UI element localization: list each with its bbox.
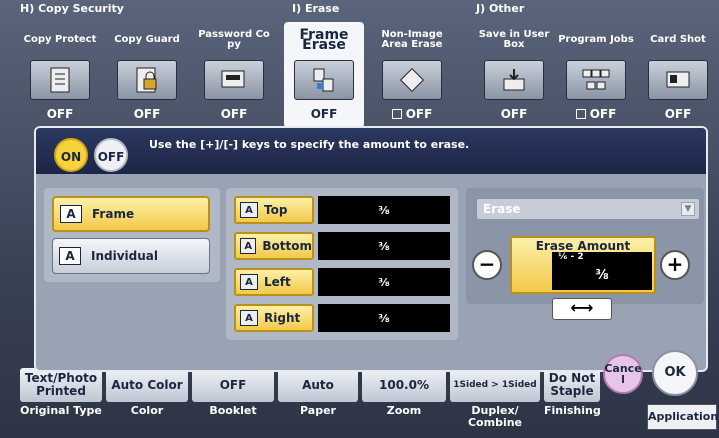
individual-mode-button[interactable]: A Individual [52, 238, 210, 274]
erase-amount-box: ⅙ - 2 ⅜ [552, 252, 652, 290]
func-label: Copy Protect [23, 34, 97, 45]
right-edge-icon: A [240, 310, 258, 326]
func-label: Password Co py [198, 29, 270, 50]
zoom-label: Zoom [386, 404, 422, 417]
bottom-edge-button[interactable]: A Bottom [234, 232, 314, 260]
group-title-other: J) Other [476, 2, 525, 15]
top-edge-value: ⅜ [318, 196, 450, 224]
func-state: OFF [664, 107, 692, 121]
finishing-button[interactable]: Do Not Staple [544, 368, 600, 402]
func-label: Save in User Box [478, 29, 550, 50]
left-edge-label: Left [264, 275, 291, 289]
frame-erase-icon [294, 60, 354, 100]
right-edge-button[interactable]: A Right [234, 304, 314, 332]
non-image-erase-button[interactable]: Non-Image Area Erase OFF [372, 22, 452, 128]
card-shot-icon [648, 60, 708, 100]
off-button[interactable]: OFF [94, 138, 128, 172]
instruction-text: Use the [+]/[-] keys to specify the amou… [149, 138, 470, 151]
top-edge-icon: A [240, 202, 258, 218]
password-copy-icon [204, 60, 264, 100]
top-edge-label: Top [264, 203, 288, 217]
func-state-text: OFF [405, 107, 433, 121]
duplex-button[interactable]: 1Sided > 1Sided [450, 368, 540, 402]
frame-mode-button[interactable]: A Frame [52, 196, 210, 232]
zoom-button[interactable]: 100.0% [362, 368, 446, 402]
bottom-edge-icon: A [240, 238, 257, 254]
func-state: OFF [310, 107, 338, 121]
color-label: Color [130, 404, 164, 417]
group-title-copy-security: H) Copy Security [20, 2, 124, 15]
copy-protect-icon [30, 60, 90, 100]
checkbox-icon [575, 109, 586, 119]
erase-select-value: Erase [483, 202, 521, 216]
dropdown-arrow-icon: ▼ [681, 202, 695, 216]
erase-select[interactable]: Erase ▼ [476, 198, 700, 220]
right-edge-label: Right [264, 311, 301, 325]
non-image-erase-icon [382, 60, 442, 100]
frame-icon: A [60, 205, 82, 223]
frame-erase-dialog: ON OFF Use the [+]/[-] keys to specify t… [34, 126, 708, 372]
frame-mode-label: Frame [92, 207, 135, 221]
func-label: Non-Image Area Erase [381, 29, 443, 50]
dialog-header: ON OFF Use the [+]/[-] keys to specify t… [36, 128, 706, 174]
duplex-label: Duplex/ Combine [467, 404, 523, 429]
copy-guard-button[interactable]: Copy Guard OFF [107, 22, 187, 128]
unit-toggle-button[interactable]: ⟷ [552, 298, 612, 320]
finishing-label: Finishing [544, 404, 601, 417]
original-type-label: Original Type [20, 404, 102, 417]
func-label: Copy Guard [114, 34, 180, 45]
password-copy-button[interactable]: Password Co py OFF [194, 22, 274, 128]
frame-erase-button[interactable]: Frame Erase OFF [284, 22, 364, 128]
func-label: Program Jobs [558, 34, 634, 45]
program-jobs-button[interactable]: Program Jobs OFF [556, 22, 636, 128]
func-state-text: OFF [589, 107, 617, 121]
paper-label: Paper [300, 404, 336, 417]
application-button[interactable]: Application [647, 404, 718, 430]
func-label: Card Shot [650, 34, 706, 45]
ok-button[interactable]: OK [652, 350, 698, 396]
copy-protect-button[interactable]: Copy Protect OFF [20, 22, 100, 128]
bottom-edge-value: ⅜ [318, 232, 450, 260]
individual-mode-label: Individual [91, 249, 158, 263]
left-edge-button[interactable]: A Left [234, 268, 314, 296]
booklet-label: Booklet [209, 404, 257, 417]
erase-amount-title: Erase Amount [535, 239, 631, 253]
func-label: Frame Erase [299, 27, 349, 53]
on-button[interactable]: ON [54, 138, 88, 172]
func-state: OFF [220, 107, 248, 121]
func-state: OFF [372, 102, 452, 126]
func-state: OFF [46, 107, 74, 121]
checkbox-icon [391, 109, 402, 119]
save-box-icon [484, 60, 544, 100]
func-state: OFF [133, 107, 161, 121]
bottom-edge-label: Bottom [262, 239, 312, 253]
func-state: OFF [500, 107, 528, 121]
right-edge-value: ⅜ [318, 304, 450, 332]
group-title-erase: I) Erase [292, 2, 340, 15]
program-jobs-icon [566, 60, 626, 100]
erase-amount-value: ⅜ [595, 268, 609, 283]
erase-amount-range: ⅙ - 2 [558, 252, 584, 262]
individual-icon: A [59, 247, 81, 265]
edges-panel: A Top ⅜ A Bottom ⅜ A Left ⅜ A Right ⅜ [226, 188, 458, 340]
color-button[interactable]: Auto Color [106, 368, 188, 402]
save-in-user-box-button[interactable]: Save in User Box OFF [474, 22, 554, 128]
mode-panel: A Frame A Individual [44, 188, 220, 282]
left-edge-icon: A [240, 274, 258, 290]
paper-button[interactable]: Auto [278, 368, 358, 402]
card-shot-button[interactable]: Card Shot OFF [638, 22, 718, 128]
amount-panel: Erase ▼ − Erase Amount ⅙ - 2 ⅜ + ⟷ [466, 188, 704, 320]
minus-button[interactable]: − [472, 250, 502, 280]
erase-amount-display: Erase Amount ⅙ - 2 ⅜ [510, 236, 656, 294]
booklet-button[interactable]: OFF [192, 368, 274, 402]
original-type-button[interactable]: Text/Photo Printed [20, 368, 102, 402]
cancel-button[interactable]: Cance l [603, 354, 643, 394]
left-edge-value: ⅜ [318, 268, 450, 296]
copy-guard-icon [117, 60, 177, 100]
func-state: OFF [556, 102, 636, 126]
top-edge-button[interactable]: A Top [234, 196, 314, 224]
plus-button[interactable]: + [660, 250, 690, 280]
